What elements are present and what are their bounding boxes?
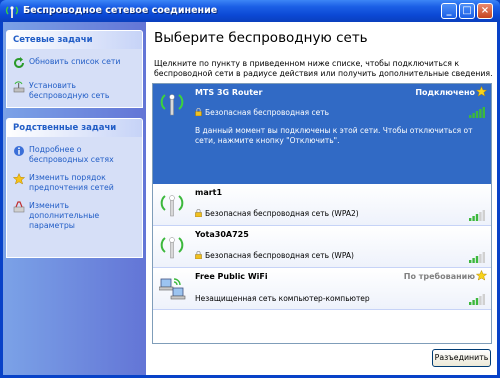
security-line: Безопасная беспроводная сеть (WPA) [195, 251, 354, 260]
signal-bar [475, 214, 479, 221]
computer-to-computer-icon [159, 278, 186, 300]
security-type: Безопасная беспроводная сеть [205, 108, 330, 117]
signal-bar [472, 216, 475, 221]
signal-bar [472, 258, 475, 263]
wireless-antenna-icon [160, 237, 184, 259]
instructions-text: Щелкните по пункту в приведенном ниже сп… [154, 59, 493, 78]
signal-bar [482, 252, 485, 263]
info-icon [14, 146, 24, 156]
network-name: MTS 3G Router [195, 88, 263, 97]
star-icon [13, 173, 25, 185]
setup-wireless-network-link[interactable]: Установить беспроводную сеть [13, 81, 138, 101]
signal-bar [469, 115, 472, 118]
wireless-connection-window: Беспроводное сетевое соединение _ □ × Се… [0, 0, 500, 378]
signal-bar [469, 260, 472, 263]
close-button[interactable]: × [477, 3, 493, 19]
wireless-antenna-icon [160, 94, 184, 116]
maximize-button[interactable]: □ [459, 3, 475, 19]
security-line: Безопасная беспроводная сеть (WPA2) [195, 209, 359, 218]
setup-wireless-icon [13, 81, 25, 93]
preferred-star-icon [476, 270, 487, 281]
security-type: Незащищенная сеть компьютер-компьютер [195, 294, 370, 303]
change-preferred-order-link[interactable]: Изменить порядок предпочтения сетей [13, 173, 138, 193]
settings-icon [13, 201, 25, 213]
related-tasks-panel: Родственные задачи Подробнее о беспровод… [6, 118, 143, 258]
change-advanced-settings-link[interactable]: Изменить дополнительные параметры [13, 201, 138, 231]
setup-wireless-network-label: Установить беспроводную сеть [29, 81, 110, 100]
signal-bar [479, 109, 482, 118]
change-preferred-order-label: Изменить порядок предпочтения сетей [29, 173, 114, 192]
refresh-network-list-link[interactable]: Обновить список сети [13, 57, 138, 68]
main-pane: Выберите беспроводную сеть Щелкните по п… [146, 22, 497, 375]
signal-bar [482, 107, 485, 118]
signal-bar [475, 298, 479, 305]
signal-bar [475, 111, 479, 118]
lock-icon [195, 209, 202, 217]
network-item[interactable]: MTS 3G Router Подключено Безопасная бесп… [153, 84, 491, 184]
lock-icon [195, 251, 202, 259]
title-bar[interactable]: Беспроводное сетевое соединение _ □ × [0, 0, 500, 22]
signal-bar [469, 218, 472, 221]
related-tasks-header[interactable]: Родственные задачи [7, 119, 142, 137]
security-type: Безопасная беспроводная сеть (WPA2) [205, 209, 359, 218]
signal-bar [469, 302, 472, 305]
window-client-area: Сетевые задачи Обновить список сети Уста… [3, 22, 497, 375]
signal-bar [479, 254, 482, 263]
network-list: MTS 3G Router Подключено Безопасная бесп… [152, 83, 492, 344]
network-tasks-panel: Сетевые задачи Обновить список сети Уста… [6, 30, 143, 108]
network-name: Free Public WiFi [195, 272, 268, 281]
signal-bar [472, 300, 475, 305]
connection-status: По требованию [403, 272, 475, 281]
signal-bar [482, 294, 485, 305]
signal-strength-icon [469, 252, 485, 263]
signal-strength-icon [469, 210, 485, 221]
connection-status: Подключено [415, 88, 475, 97]
change-advanced-settings-label: Изменить дополнительные параметры [29, 201, 100, 230]
signal-bar [472, 113, 475, 118]
preferred-star-icon [476, 86, 487, 97]
learn-about-wireless-link[interactable]: Подробнее о беспроводных сетях [13, 145, 138, 165]
signal-bar [475, 256, 479, 263]
network-item[interactable]: Free Public WiFi По требованию Незащищен… [153, 268, 491, 310]
lock-icon [195, 108, 202, 116]
network-item[interactable]: mart1 Безопасная беспроводная сеть (WPA2… [153, 184, 491, 226]
security-line: Безопасная беспроводная сеть [195, 108, 329, 117]
connection-info-text: В данный момент вы подключены к этой сет… [195, 126, 473, 145]
learn-about-wireless-label: Подробнее о беспроводных сетях [29, 145, 114, 164]
network-name: Yota30A725 [195, 230, 249, 239]
network-name: mart1 [195, 188, 223, 197]
network-item[interactable]: Yota30A725 Безопасная беспроводная сеть … [153, 226, 491, 268]
security-type: Безопасная беспроводная сеть (WPA) [205, 251, 354, 260]
signal-bar [479, 212, 482, 221]
refresh-network-list-label: Обновить список сети [29, 57, 121, 66]
wireless-antenna-icon [160, 195, 184, 217]
signal-strength-icon [469, 294, 485, 305]
wireless-network-icon [5, 6, 19, 18]
security-line: Незащищенная сеть компьютер-компьютер [195, 294, 370, 303]
page-title: Выберите беспроводную сеть [154, 30, 368, 46]
disconnect-button[interactable]: Разъединить [432, 349, 491, 367]
window-title: Беспроводное сетевое соединение [23, 5, 218, 16]
task-pane: Сетевые задачи Обновить список сети Уста… [3, 22, 146, 375]
minimize-button[interactable]: _ [441, 3, 457, 19]
network-tasks-header[interactable]: Сетевые задачи [7, 31, 142, 49]
signal-bar [482, 210, 485, 221]
signal-strength-icon [469, 107, 485, 118]
refresh-icon [14, 57, 24, 68]
signal-bar [479, 296, 482, 305]
